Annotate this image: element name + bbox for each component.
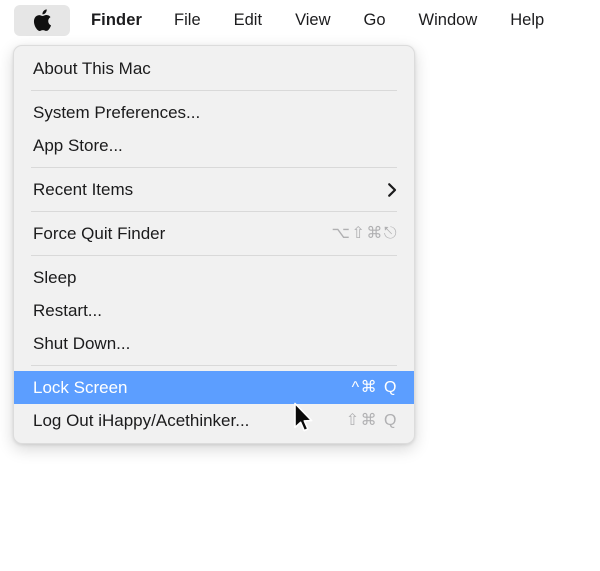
- menu-item-log-out[interactable]: Log Out iHappy/Acethinker... ⇧⌘ Q: [14, 404, 414, 437]
- menu-separator: [31, 255, 397, 256]
- menu-item-sleep[interactable]: Sleep: [14, 261, 414, 294]
- menu-item-restart[interactable]: Restart...: [14, 294, 414, 327]
- menu-item-label: Recent Items: [33, 180, 134, 199]
- menu-item-force-quit-finder[interactable]: Force Quit Finder ⌥⇧⌘⎋: [14, 217, 414, 250]
- menubar-item-go[interactable]: Go: [363, 6, 387, 36]
- apple-logo-icon: [32, 8, 52, 33]
- menu-item-lock-screen[interactable]: Lock Screen ^⌘ Q: [14, 371, 414, 404]
- menu-item-label: About This Mac: [33, 59, 151, 78]
- menu-bar: Finder File Edit View Go Window Help: [0, 0, 600, 41]
- menu-separator: [31, 90, 397, 91]
- menu-separator: [31, 211, 397, 212]
- menu-separator: [31, 167, 397, 168]
- menu-separator: [31, 365, 397, 366]
- menubar-item-help[interactable]: Help: [509, 6, 545, 36]
- menubar-item-view[interactable]: View: [294, 6, 331, 36]
- menu-item-label: App Store...: [33, 136, 123, 155]
- menubar-item-window[interactable]: Window: [418, 6, 479, 36]
- menu-item-label: Sleep: [33, 268, 77, 287]
- menubar-item-file[interactable]: File: [173, 6, 202, 36]
- menu-item-shortcut: ⇧⌘ Q: [345, 411, 398, 429]
- menu-item-about-this-mac[interactable]: About This Mac: [14, 52, 414, 85]
- menubar-item-finder[interactable]: Finder: [90, 6, 143, 36]
- menu-item-app-store[interactable]: App Store...: [14, 129, 414, 162]
- menu-item-system-preferences[interactable]: System Preferences...: [14, 96, 414, 129]
- apple-menu-button[interactable]: [14, 5, 70, 36]
- menu-item-label: Log Out iHappy/Acethinker...: [33, 411, 250, 430]
- menu-item-recent-items[interactable]: Recent Items: [14, 173, 414, 206]
- menu-item-shortcut: ⌥⇧⌘⎋: [331, 224, 398, 242]
- menu-item-shut-down[interactable]: Shut Down...: [14, 327, 414, 360]
- menubar-item-edit[interactable]: Edit: [233, 6, 263, 36]
- menu-item-label: Shut Down...: [33, 334, 131, 353]
- menu-item-label: Lock Screen: [33, 378, 128, 397]
- menu-item-label: Force Quit Finder: [33, 224, 166, 243]
- menu-item-shortcut: ^⌘ Q: [351, 378, 398, 396]
- chevron-right-icon: [387, 182, 398, 198]
- menu-item-label: System Preferences...: [33, 103, 201, 122]
- apple-menu-dropdown: About This Mac System Preferences... App…: [13, 45, 415, 444]
- menu-item-label: Restart...: [33, 301, 102, 320]
